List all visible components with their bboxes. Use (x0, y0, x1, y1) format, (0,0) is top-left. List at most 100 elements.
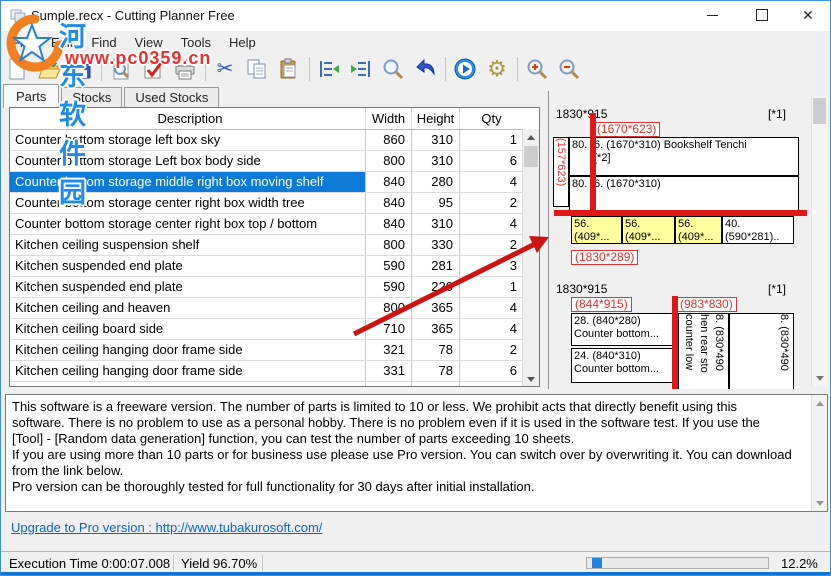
part-description: Kitchen ceiling board side (10, 319, 366, 339)
part-cell[interactable]: 24. (840*310)Counter bottom... (571, 348, 676, 383)
part-description: Counter bottom storage center right box … (10, 214, 366, 234)
part-width: 321 (366, 340, 412, 360)
part-description: Kitchen ceiling and heaven (10, 298, 366, 318)
execution-time-label: Execution Time 0:00:07.008 (9, 556, 170, 571)
upgrade-pro-link[interactable]: Upgrade to Pro version : http://www.tuba… (11, 520, 322, 535)
panel-splitter[interactable] (548, 91, 549, 389)
offcut-bottom-label: (1830*289) (571, 250, 638, 265)
part-width: 331 (366, 361, 412, 381)
license-notice-box[interactable]: This software is a freeware version. The… (5, 394, 828, 512)
table-row-selected[interactable]: Counter bottom storage middle right box … (10, 172, 539, 193)
tab-strip: Parts Stocks Used Stocks (3, 85, 221, 107)
menu-file[interactable]: File (3, 33, 42, 52)
cut-icon: ✂ (217, 59, 234, 79)
part-width: 800 (366, 298, 412, 318)
rotated-part-label: 8. (830*490 (776, 314, 791, 389)
table-row[interactable]: Kitchen suspended end plate 590 220 1 (10, 277, 539, 298)
undo-button[interactable] (411, 55, 439, 83)
close-button[interactable]: ✕ (791, 1, 825, 29)
part-qty: 2 (460, 235, 523, 255)
scroll-down-icon[interactable] (812, 370, 827, 386)
settings-button[interactable]: ⚙ (483, 55, 511, 83)
toolbar-separator (101, 57, 102, 81)
part-height: 310 (412, 130, 460, 150)
menu-view[interactable]: View (126, 33, 172, 52)
table-row[interactable]: Kitchen ceiling suspension shelf 800 330… (10, 235, 539, 256)
minimize-button[interactable] (695, 1, 729, 29)
part-height: 365 (412, 298, 460, 318)
menu-help[interactable]: Help (220, 33, 265, 52)
yield-label: Yield 96.70% (181, 556, 257, 571)
offcut-left-label: (157*623) (554, 138, 567, 205)
part-height: 280 (412, 172, 460, 192)
part-description: Counter bottom storage middle right box … (10, 172, 366, 192)
run-button[interactable] (451, 55, 479, 83)
part-height: 310 (412, 151, 460, 171)
zoom-out-button[interactable] (555, 55, 583, 83)
menu-tools[interactable]: Tools (172, 33, 220, 52)
table-row[interactable]: Kitchen ceiling hanging door frame side … (10, 361, 539, 382)
part-height: 220 (412, 277, 460, 297)
maximize-button[interactable] (745, 1, 779, 29)
notice-scrollbar[interactable] (811, 395, 827, 511)
table-row[interactable]: Kitchen ceiling hanging door frame side … (10, 340, 539, 361)
paste-icon (277, 57, 301, 81)
table-row[interactable]: Counter bottom storage left box sky 860 … (10, 130, 539, 151)
cut-button[interactable]: ✂ (211, 55, 239, 83)
menu-edit[interactable]: Edit (42, 33, 82, 52)
sheet1-diagram[interactable]: 80. 6. (1670*310) Bookshelf Tenchi[*2] 8… (569, 137, 799, 215)
shift-right-button[interactable] (347, 55, 375, 83)
part-cell-edge: 80. (570, 177, 592, 214)
table-scrollbar[interactable] (522, 129, 539, 387)
print-button[interactable] (171, 55, 199, 83)
report-check-button[interactable] (139, 55, 167, 83)
table-row[interactable]: Kitchen ceiling hanger door stile vertic… (10, 382, 539, 387)
scroll-thumb[interactable] (524, 146, 538, 167)
part-description: Kitchen suspended end plate (10, 256, 366, 276)
column-header-width[interactable]: Width (366, 108, 412, 129)
new-button[interactable] (3, 55, 31, 83)
part-description: Counter bottom storage left box sky (10, 130, 366, 150)
part-cell[interactable]: 28. (840*280)Counter bottom... (571, 313, 676, 346)
shift-left-button[interactable] (315, 55, 343, 83)
column-header-height[interactable]: Height (412, 108, 460, 129)
open-button[interactable] (35, 55, 63, 83)
find-button[interactable] (379, 55, 407, 83)
part-cell[interactable]: 56.(409*... (622, 216, 675, 244)
table-row[interactable]: Counter bottom storage Left box body sid… (10, 151, 539, 172)
part-description: Kitchen suspended end plate (10, 277, 366, 297)
part-height: 95 (412, 193, 460, 213)
part-cell[interactable]: 56.(409*... (571, 216, 622, 244)
copy-button[interactable] (243, 55, 271, 83)
table-row[interactable]: Kitchen ceiling and heaven 800 365 4 (10, 298, 539, 319)
preview-scrollbar[interactable] (811, 96, 827, 386)
table-row[interactable]: Counter bottom storage center right box … (10, 214, 539, 235)
part-width: 840 (366, 172, 412, 192)
paste-button[interactable] (275, 55, 303, 83)
part-qty: 1 (460, 130, 523, 150)
scroll-up-icon[interactable] (523, 129, 539, 145)
table-row[interactable]: Counter bottom storage center right box … (10, 193, 539, 214)
column-header-description[interactable]: Description (10, 108, 366, 129)
table-row[interactable]: Kitchen suspended end plate 590 281 3 (10, 256, 539, 277)
sheet-count-label: [*1] (768, 282, 786, 296)
sheet-count-label: [*1] (768, 107, 786, 121)
zoom-in-button[interactable] (523, 55, 551, 83)
save-button[interactable] (67, 55, 95, 83)
column-header-qty[interactable]: Qty (460, 108, 523, 129)
new-icon (5, 57, 29, 81)
scroll-thumb[interactable] (813, 98, 826, 124)
part-cell[interactable]: 40.(590*281).. (722, 216, 794, 244)
scroll-down-icon[interactable] (523, 371, 539, 387)
tab-parts[interactable]: Parts (3, 84, 59, 108)
part-width: 710 (366, 319, 412, 339)
menu-find[interactable]: Find (82, 33, 125, 52)
tab-used-stocks[interactable]: Used Stocks (124, 87, 219, 107)
tab-stocks[interactable]: Stocks (61, 87, 122, 107)
part-cell[interactable]: 56.(409*... (675, 216, 722, 244)
scroll-down-icon[interactable] (812, 495, 827, 511)
scroll-up-icon[interactable] (812, 395, 827, 411)
table-row[interactable]: Kitchen ceiling board side 710 365 4 (10, 319, 539, 340)
print-preview-button[interactable] (107, 55, 135, 83)
window-title: Sumple.recx - Cutting Planner Free (31, 8, 235, 23)
